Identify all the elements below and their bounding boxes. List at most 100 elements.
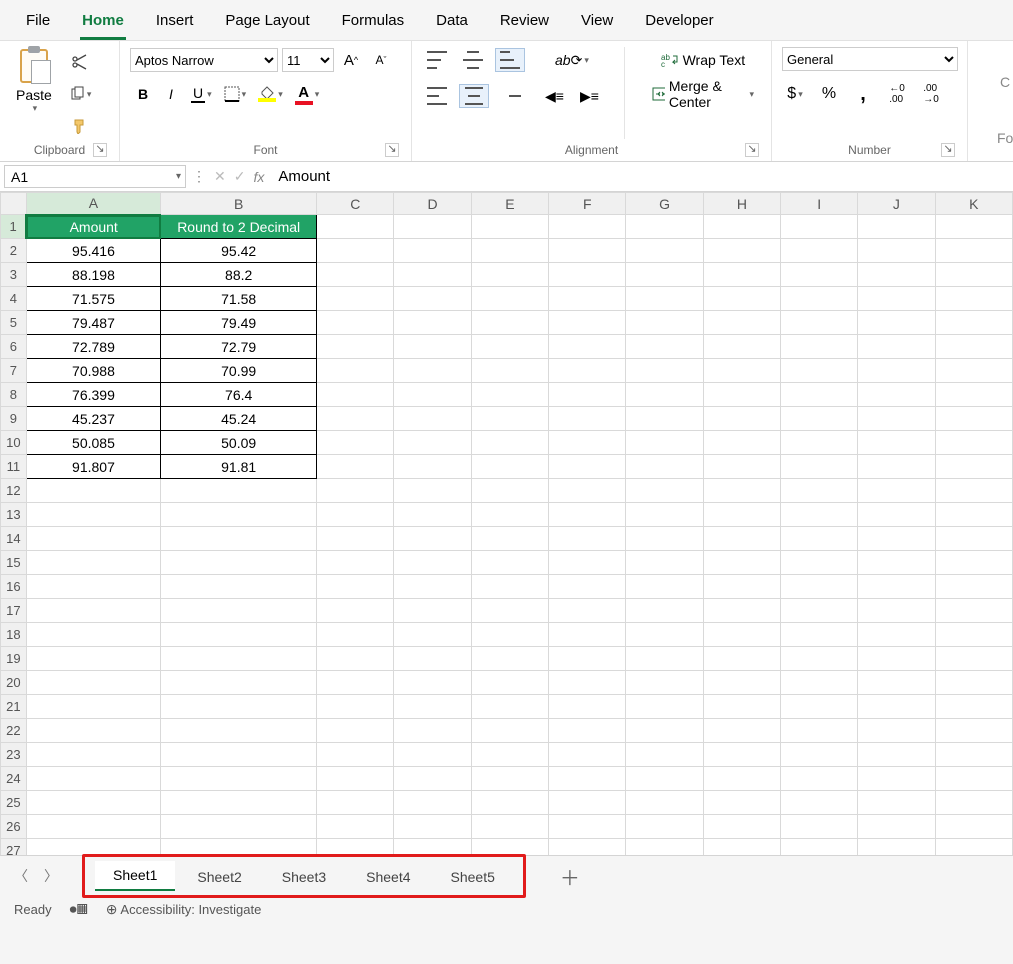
next-sheet-button[interactable]: 〉 <box>44 866 58 886</box>
cell-E4[interactable] <box>471 287 548 311</box>
cell-C23[interactable] <box>317 743 394 767</box>
cell-J18[interactable] <box>858 623 935 647</box>
cell-B18[interactable] <box>161 623 317 647</box>
cell-I22[interactable] <box>781 719 858 743</box>
cell-J5[interactable] <box>858 311 935 335</box>
cell-A4[interactable]: 71.575 <box>26 287 161 311</box>
cell-H19[interactable] <box>703 647 780 671</box>
cell-D7[interactable] <box>394 359 471 383</box>
cell-A17[interactable] <box>26 599 161 623</box>
cell-B13[interactable] <box>161 503 317 527</box>
row-header-2[interactable]: 2 <box>1 239 27 263</box>
border-button[interactable]: ▾ <box>220 82 251 106</box>
row-header-26[interactable]: 26 <box>1 815 27 839</box>
cell-E2[interactable] <box>471 239 548 263</box>
decrease-font-button[interactable]: Aˇ <box>369 48 393 72</box>
cell-K25[interactable] <box>935 791 1012 815</box>
col-header-K[interactable]: K <box>935 193 1012 215</box>
cell-D21[interactable] <box>394 695 471 719</box>
cell-G16[interactable] <box>626 575 703 599</box>
cell-F13[interactable] <box>549 503 626 527</box>
cell-K20[interactable] <box>935 671 1012 695</box>
cell-E14[interactable] <box>471 527 548 551</box>
percent-format-button[interactable]: % <box>817 82 841 106</box>
cell-J1[interactable] <box>858 215 935 239</box>
cell-E5[interactable] <box>471 311 548 335</box>
cell-G19[interactable] <box>626 647 703 671</box>
cell-A23[interactable] <box>26 743 161 767</box>
cell-K10[interactable] <box>935 431 1012 455</box>
cell-I1[interactable] <box>781 215 858 239</box>
cell-B12[interactable] <box>161 479 317 503</box>
cell-E3[interactable] <box>471 263 548 287</box>
cell-I9[interactable] <box>781 407 858 431</box>
cell-A15[interactable] <box>26 551 161 575</box>
cell-J21[interactable] <box>858 695 935 719</box>
cell-I13[interactable] <box>781 503 858 527</box>
cell-C6[interactable] <box>317 335 394 359</box>
cell-E23[interactable] <box>471 743 548 767</box>
align-left-button[interactable] <box>423 84 451 108</box>
cell-E8[interactable] <box>471 383 548 407</box>
cell-I20[interactable] <box>781 671 858 695</box>
align-right-button[interactable] <box>497 84 525 108</box>
cell-I19[interactable] <box>781 647 858 671</box>
cell-J9[interactable] <box>858 407 935 431</box>
row-header-10[interactable]: 10 <box>1 431 27 455</box>
cell-F21[interactable] <box>549 695 626 719</box>
cell-A24[interactable] <box>26 767 161 791</box>
cell-I24[interactable] <box>781 767 858 791</box>
cell-J12[interactable] <box>858 479 935 503</box>
cell-H18[interactable] <box>703 623 780 647</box>
cell-H8[interactable] <box>703 383 780 407</box>
increase-indent-button[interactable]: ▶≡ <box>576 84 603 108</box>
menu-tab-view[interactable]: View <box>579 8 615 40</box>
col-header-B[interactable]: B <box>161 193 317 215</box>
cell-K18[interactable] <box>935 623 1012 647</box>
cell-F5[interactable] <box>549 311 626 335</box>
cell-F27[interactable] <box>549 839 626 857</box>
sheet-tab-sheet2[interactable]: Sheet2 <box>179 863 259 891</box>
cell-E19[interactable] <box>471 647 548 671</box>
cell-I4[interactable] <box>781 287 858 311</box>
cell-E18[interactable] <box>471 623 548 647</box>
cell-G8[interactable] <box>626 383 703 407</box>
font-name-select[interactable]: Aptos Narrow <box>130 48 278 72</box>
cell-B23[interactable] <box>161 743 317 767</box>
cell-K6[interactable] <box>935 335 1012 359</box>
cell-H15[interactable] <box>703 551 780 575</box>
cell-K21[interactable] <box>935 695 1012 719</box>
cell-D11[interactable] <box>394 455 471 479</box>
cell-J3[interactable] <box>858 263 935 287</box>
cell-I14[interactable] <box>781 527 858 551</box>
number-dialog-launcher[interactable]: ↘ <box>941 143 955 157</box>
align-bottom-button[interactable] <box>495 48 525 72</box>
cell-C4[interactable] <box>317 287 394 311</box>
cell-E16[interactable] <box>471 575 548 599</box>
cell-G13[interactable] <box>626 503 703 527</box>
cell-C19[interactable] <box>317 647 394 671</box>
cell-H9[interactable] <box>703 407 780 431</box>
cell-H7[interactable] <box>703 359 780 383</box>
row-header-11[interactable]: 11 <box>1 455 27 479</box>
row-header-13[interactable]: 13 <box>1 503 27 527</box>
col-header-H[interactable]: H <box>703 193 780 215</box>
cell-B9[interactable]: 45.24 <box>161 407 317 431</box>
cell-J20[interactable] <box>858 671 935 695</box>
fx-button[interactable]: fx <box>253 169 264 185</box>
cell-C8[interactable] <box>317 383 394 407</box>
col-header-I[interactable]: I <box>781 193 858 215</box>
cell-D12[interactable] <box>394 479 471 503</box>
cell-A14[interactable] <box>26 527 161 551</box>
cell-F9[interactable] <box>549 407 626 431</box>
number-format-select[interactable]: General <box>782 47 958 71</box>
cell-K23[interactable] <box>935 743 1012 767</box>
cell-B8[interactable]: 76.4 <box>161 383 317 407</box>
sheet-tab-sheet3[interactable]: Sheet3 <box>264 863 344 891</box>
cell-B21[interactable] <box>161 695 317 719</box>
col-header-F[interactable]: F <box>549 193 626 215</box>
cell-F18[interactable] <box>549 623 626 647</box>
cell-E22[interactable] <box>471 719 548 743</box>
cell-C13[interactable] <box>317 503 394 527</box>
cell-A1[interactable]: Amount <box>26 215 161 239</box>
